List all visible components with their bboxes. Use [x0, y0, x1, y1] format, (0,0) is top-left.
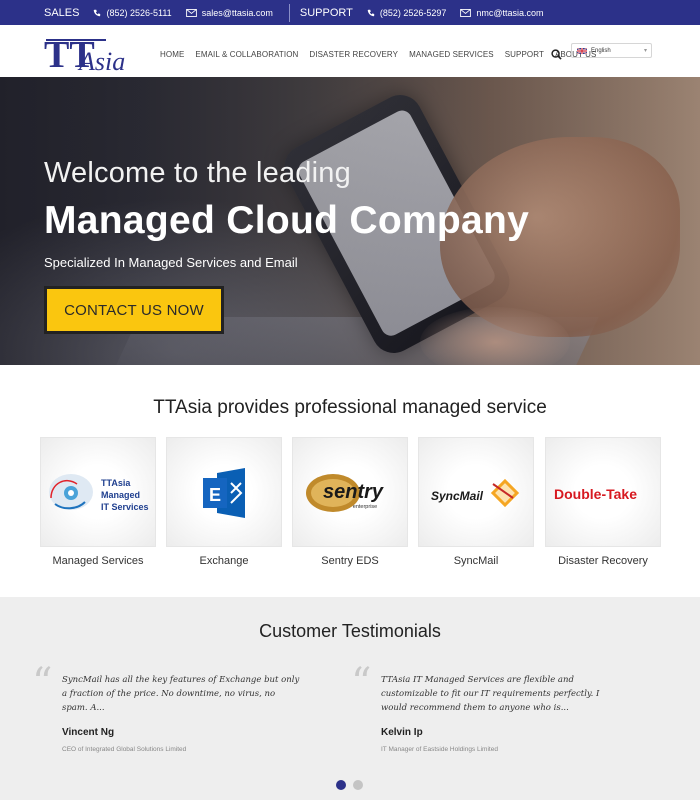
sentry-wordmark: sentry [323, 481, 384, 503]
testimonial-author-role: IT Manager of Eastside Holdings Limited [381, 746, 498, 753]
nav-item-managed-services[interactable]: MANAGED SERVICES [409, 50, 494, 59]
quote-icon: “ [32, 660, 53, 706]
testimonial-author-role: CEO of Integrated Global Solutions Limit… [62, 746, 187, 753]
sales-email-link[interactable]: sales@ttasia.com [185, 7, 273, 18]
testimonial-author: Kelvin Ip [381, 727, 423, 738]
carousel-dot-1[interactable] [336, 780, 346, 790]
service-card-syncmail[interactable]: SyncMail SyncMail [418, 437, 534, 577]
site-header: TT Asia HOME EMAIL & COLLABORATION DISAS… [0, 25, 700, 77]
syncmail-logo: SyncMail [418, 437, 534, 547]
testimonial-card: “ SyncMail has all the key features of E… [32, 663, 302, 753]
uk-flag-icon [577, 47, 587, 54]
testimonial-author: Vincent Ng [62, 727, 115, 738]
logo-text-3: IT Services [101, 502, 149, 512]
sales-phone-text: (852) 2526-5111 [106, 7, 172, 18]
testimonial-quote: SyncMail has all the key features of Exc… [62, 675, 300, 713]
managed-services-logo: TTAsia Managed IT Services [40, 437, 156, 547]
service-card-sentry-eds[interactable]: sentry enterprise Sentry EDS [292, 437, 408, 577]
svg-text:E: E [209, 485, 221, 505]
hero-banner: Welcome to the leading Managed Cloud Com… [0, 77, 700, 365]
testimonials-section: Customer Testimonials “ SyncMail has all… [0, 597, 700, 800]
sales-label: SALES [44, 6, 80, 19]
language-value: English [591, 47, 611, 54]
nav-item-disaster-recovery[interactable]: DISASTER RECOVERY [309, 50, 398, 59]
sentry-subtext: enterprise [353, 504, 377, 510]
phone-icon [367, 9, 375, 16]
services-card-row: TTAsia Managed IT Services Managed Servi… [40, 437, 662, 577]
double-take-wordmark: Double-Take [554, 486, 637, 502]
service-caption: Disaster Recovery [558, 555, 648, 567]
testimonial-card: “ TTAsia IT Managed Services are flexibl… [351, 663, 621, 753]
ttasia-logo[interactable]: TT Asia [44, 34, 136, 76]
syncmail-wordmark: SyncMail [431, 489, 484, 503]
hero-title: Managed Cloud Company [44, 199, 530, 242]
sales-contact-group: SALES (852) 2526-5111 sales@ttasia.com [44, 7, 287, 19]
language-select[interactable]: English ▾ [571, 43, 652, 58]
service-card-exchange[interactable]: E Exchange [166, 437, 282, 577]
service-card-disaster-recovery[interactable]: Double-Take Disaster Recovery [545, 437, 661, 577]
contact-us-button[interactable]: CONTACT US NOW [44, 286, 224, 334]
quote-icon: “ [351, 660, 372, 706]
service-card-managed-services[interactable]: TTAsia Managed IT Services Managed Servi… [40, 437, 156, 577]
service-caption: SyncMail [453, 555, 499, 567]
contact-us-label: CONTACT US NOW [47, 289, 221, 331]
nav-item-home[interactable]: HOME [160, 50, 184, 59]
main-nav: HOME EMAIL & COLLABORATION DISASTER RECO… [160, 50, 608, 59]
envelope-icon [185, 8, 197, 17]
search-icon[interactable] [551, 49, 562, 60]
support-contact-group: SUPPORT (852) 2526-5297 nmc@ttasia.com [300, 7, 558, 19]
sales-phone-link[interactable]: (852) 2526-5111 [93, 7, 172, 18]
services-heading: TTAsia provides professional managed ser… [153, 397, 547, 418]
sentry-logo: sentry enterprise [292, 437, 408, 547]
topbar-divider [288, 3, 290, 22]
support-phone-link[interactable]: (852) 2526-5297 [367, 7, 447, 18]
top-contact-bar: SALES (852) 2526-5111 sales@ttasia.com S… [0, 0, 700, 25]
service-caption: Exchange [199, 555, 249, 567]
support-email-link[interactable]: nmc@ttasia.com [460, 7, 544, 18]
hero-subtitle: Specialized In Managed Services and Emai… [44, 255, 298, 270]
phone-icon [94, 9, 101, 16]
envelope-icon [460, 8, 472, 17]
nav-item-support[interactable]: SUPPORT [505, 50, 544, 59]
hero-welcome-text: Welcome to the leading [44, 157, 351, 189]
sales-email-text: sales@ttasia.com [201, 7, 273, 18]
carousel-dot-2[interactable] [353, 780, 363, 790]
logo-text-2: Managed [101, 490, 140, 500]
service-caption: Managed Services [52, 555, 144, 567]
exchange-logo: E [166, 437, 282, 547]
chevron-down-icon: ▾ [643, 48, 647, 54]
nav-item-email-collaboration[interactable]: EMAIL & COLLABORATION [195, 50, 298, 59]
logo-asia-text: Asia [77, 47, 125, 74]
support-label: SUPPORT [299, 6, 353, 19]
testimonial-quote: TTAsia IT Managed Services are flexible … [381, 675, 600, 713]
support-phone-text: (852) 2526-5297 [379, 7, 447, 18]
testimonials-heading: Customer Testimonials [259, 621, 441, 641]
support-email-text: nmc@ttasia.com [476, 7, 544, 18]
logo-text-1: TTAsia [101, 478, 131, 488]
double-take-logo: Double-Take [545, 437, 661, 547]
carousel-pagination [336, 780, 370, 790]
service-caption: Sentry EDS [321, 555, 379, 567]
